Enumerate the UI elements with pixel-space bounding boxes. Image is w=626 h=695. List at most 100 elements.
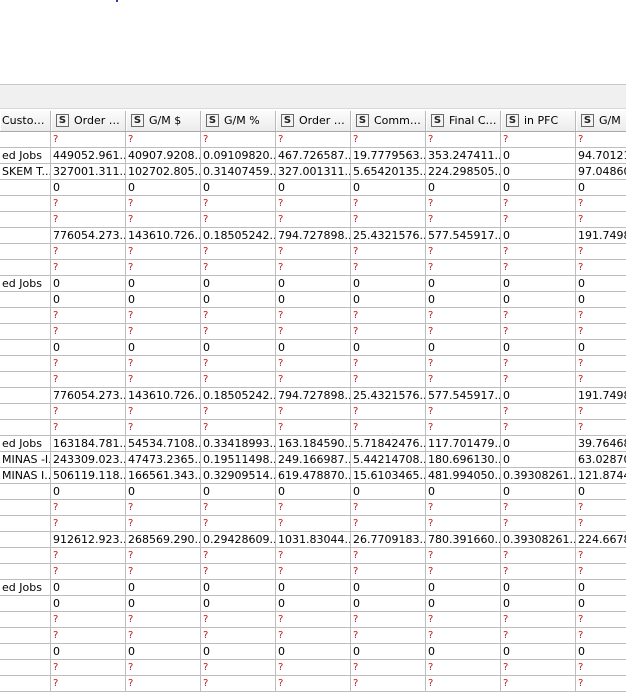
sort-s-icon[interactable]: S: [281, 114, 294, 127]
table-cell[interactable]: ?: [51, 212, 126, 227]
row-label-cell[interactable]: [0, 340, 51, 355]
table-cell[interactable]: ?: [501, 660, 576, 675]
table-row[interactable]: 00000000: [0, 484, 626, 500]
table-row[interactable]: 00000000: [0, 644, 626, 660]
table-cell[interactable]: 794.727898...: [276, 228, 351, 243]
table-cell[interactable]: ?: [501, 212, 576, 227]
table-row[interactable]: MINAS I... 506119.118... 166561.343... 0.32…: [0, 468, 626, 484]
table-cell[interactable]: ?: [201, 132, 276, 147]
table-cell[interactable]: ?: [126, 212, 201, 227]
table-row[interactable]: ????????: [0, 548, 626, 564]
table-cell[interactable]: ?: [276, 628, 351, 643]
table-cell[interactable]: ?: [426, 404, 501, 419]
table-cell[interactable]: ?: [201, 612, 276, 627]
table-row[interactable]: ed Jobs 449052.961... 40907.9208... 0.09109…: [0, 148, 626, 164]
table-row[interactable]: 776054.273... 143610.726... 0.18505242... 7…: [0, 388, 626, 404]
table-cell[interactable]: ?: [501, 356, 576, 371]
table-cell[interactable]: 0: [576, 644, 626, 659]
table-cell[interactable]: 0: [201, 276, 276, 291]
table-cell[interactable]: 0: [276, 292, 351, 307]
table-cell[interactable]: ?: [51, 548, 126, 563]
table-cell[interactable]: ?: [276, 660, 351, 675]
table-cell[interactable]: 0: [501, 276, 576, 291]
table-cell[interactable]: ?: [426, 260, 501, 275]
table-cell[interactable]: 0: [201, 580, 276, 595]
row-label-cell[interactable]: ed Jobs: [0, 436, 51, 451]
table-cell[interactable]: 0: [201, 644, 276, 659]
table-cell[interactable]: 0: [126, 596, 201, 611]
table-cell[interactable]: ?: [201, 676, 276, 691]
table-cell[interactable]: ?: [351, 196, 426, 211]
table-cell[interactable]: ?: [426, 628, 501, 643]
row-label-cell[interactable]: [0, 628, 51, 643]
table-cell[interactable]: ?: [351, 260, 426, 275]
table-cell[interactable]: ?: [126, 132, 201, 147]
table-cell[interactable]: ?: [576, 612, 626, 627]
table-row[interactable]: MINAS -I...243309.023...47473.2365...0.1…: [0, 452, 626, 468]
table-cell[interactable]: 5.44214708...: [351, 452, 426, 467]
table-cell[interactable]: 0: [126, 340, 201, 355]
table-cell[interactable]: ?: [51, 564, 126, 579]
table-cell[interactable]: ?: [501, 516, 576, 531]
table-cell[interactable]: 0: [501, 164, 576, 179]
table-cell[interactable]: 40907.9208...: [126, 148, 201, 163]
table-row[interactable]: ????????: [0, 516, 626, 532]
table-cell[interactable]: 780.391660...: [426, 532, 501, 547]
table-cell[interactable]: ?: [576, 356, 626, 371]
table-cell[interactable]: 577.545917...: [426, 388, 501, 403]
table-cell[interactable]: ?: [501, 612, 576, 627]
table-cell[interactable]: ?: [576, 260, 626, 275]
table-cell[interactable]: 117.701479...: [426, 436, 501, 451]
table-cell[interactable]: 0: [426, 644, 501, 659]
column-header-3[interactable]: S G/M $: [126, 111, 201, 131]
table-cell[interactable]: 353.247411...: [426, 148, 501, 163]
row-label-cell[interactable]: [0, 356, 51, 371]
table-cell[interactable]: ?: [126, 500, 201, 515]
table-cell[interactable]: 449052.961...: [51, 148, 126, 163]
table-cell[interactable]: 1031.83044...: [276, 532, 351, 547]
table-cell[interactable]: 0: [426, 180, 501, 195]
table-cell[interactable]: 5.65420135...: [351, 164, 426, 179]
row-label-cell[interactable]: [0, 660, 51, 675]
row-label-cell[interactable]: [0, 564, 51, 579]
table-cell[interactable]: 5.71842476...: [351, 436, 426, 451]
row-label-cell[interactable]: [0, 180, 51, 195]
table-cell[interactable]: ?: [126, 660, 201, 675]
table-cell[interactable]: 0: [351, 340, 426, 355]
table-cell[interactable]: ?: [276, 260, 351, 275]
table-cell[interactable]: 0: [501, 580, 576, 595]
table-cell[interactable]: 94.70121: [576, 148, 626, 163]
table-cell[interactable]: ?: [501, 628, 576, 643]
table-cell[interactable]: ?: [201, 564, 276, 579]
table-cell[interactable]: 0: [351, 596, 426, 611]
table-cell[interactable]: ?: [51, 244, 126, 259]
table-cell[interactable]: 191.7498: [576, 228, 626, 243]
table-cell[interactable]: ?: [51, 660, 126, 675]
table-cell[interactable]: ?: [501, 404, 576, 419]
table-cell[interactable]: ?: [126, 612, 201, 627]
table-cell[interactable]: 0: [501, 340, 576, 355]
table-cell[interactable]: 26.7709183...: [351, 532, 426, 547]
table-cell[interactable]: ?: [576, 676, 626, 691]
table-cell[interactable]: ?: [501, 548, 576, 563]
table-cell[interactable]: 243309.023...: [51, 452, 126, 467]
table-cell[interactable]: 0: [426, 276, 501, 291]
table-cell[interactable]: ?: [276, 308, 351, 323]
table-cell[interactable]: 19.7779563...: [351, 148, 426, 163]
table-cell[interactable]: ?: [576, 420, 626, 435]
table-row[interactable]: 00000000: [0, 292, 626, 308]
row-label-cell[interactable]: [0, 676, 51, 691]
table-cell[interactable]: ?: [576, 628, 626, 643]
table-cell[interactable]: 0: [51, 292, 126, 307]
table-cell[interactable]: ?: [501, 260, 576, 275]
table-cell[interactable]: ?: [51, 324, 126, 339]
column-header-1[interactable]: Custom...: [0, 111, 51, 131]
table-cell[interactable]: 0: [426, 340, 501, 355]
table-cell[interactable]: 0: [51, 580, 126, 595]
table-cell[interactable]: 0: [576, 484, 626, 499]
column-header-7[interactable]: S Final Cost: [426, 111, 501, 131]
table-cell[interactable]: 0: [576, 180, 626, 195]
table-cell[interactable]: 163184.781...: [51, 436, 126, 451]
table-cell[interactable]: 0: [426, 596, 501, 611]
table-cell[interactable]: 776054.273...: [51, 228, 126, 243]
